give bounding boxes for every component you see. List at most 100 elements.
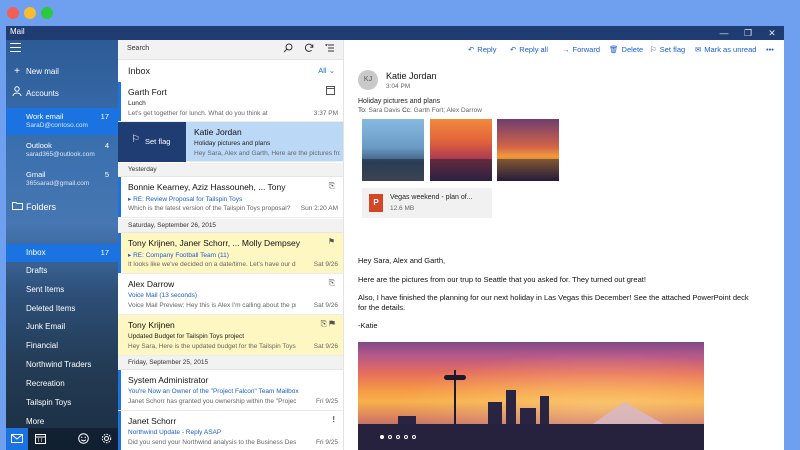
accounts-button[interactable]: Accounts [6,84,118,103]
person-icon [11,84,23,103]
message-subject: Northwind Update - Reply ASAP [128,429,222,436]
powerpoint-icon: P [369,194,383,212]
set-flag-button[interactable]: ⚐ Set flag [650,45,685,54]
folder-label: More [26,417,45,426]
folder-sent-items[interactable]: Sent Items [6,281,118,299]
attachment-card[interactable]: P Vegas weekend - plan of... 12.6 MB [362,188,492,218]
list-item[interactable]: Bonnie Kearney, Aziz Hassouneh, ... Tony… [118,177,343,218]
delete-button[interactable]: 🗑 Delete [609,45,643,54]
mark-unread-label: Mark as unread [704,45,757,54]
forward-label: Forward [572,45,601,54]
message-time: Sat 9/26 [313,261,338,268]
to-recipients[interactable]: Sara Davis [368,107,400,114]
flag-icon: ⚑ [327,237,335,246]
reply-all-button[interactable]: ↶ Reply all [510,45,548,54]
account-email: 365sarad@gmail.com [26,180,90,187]
folder-label: Deleted Items [26,304,76,313]
folder-financial[interactable]: Financial [6,337,118,355]
search-icon[interactable] [281,43,295,57]
message-subject: Voice Mail (13 seconds) [128,292,198,299]
trash-icon: 🗑 [609,45,619,54]
message-subject: Holiday pictures and plans [194,140,271,147]
mail-window: Mail — ❐ ✕ + New mail Accounts Work emai… [6,26,784,450]
more-options-icon[interactable]: ••• [766,45,774,54]
folders-button[interactable]: Folders [6,197,118,218]
list-item[interactable]: System Administrator You're Now an Owner… [118,370,343,411]
new-mail-button[interactable]: + New mail [6,62,118,81]
account-work-email[interactable]: Work email SaraD@contoso.com 17 [6,108,118,135]
body-paragraph: Also, I have finished the planning for o… [358,293,749,312]
search-bar: Search [118,40,343,60]
envelope-icon: ✉ [695,45,702,54]
list-item[interactable]: Garth Fort Lunch Let's get together for … [118,82,343,122]
folder-drafts[interactable]: Drafts [6,262,118,280]
folder-tailspin-toys[interactable]: Tailspin Toys [6,394,118,412]
set-flag-label: Set flag [145,137,171,146]
carousel-dots[interactable] [380,426,420,444]
message-list-pane: Search Inbox All ⌄ Garth Fort Lunch Let'… [118,40,344,450]
calendar-icon[interactable] [29,428,51,450]
settings-gear-icon[interactable] [95,428,117,450]
cc-recipients[interactable]: Garth Fort; Alex Darrow [414,107,482,114]
filter-label: All [318,66,327,75]
account-outlook[interactable]: Outlook sarad365@outlook.com 4 [6,137,118,164]
set-flag-swipe-button[interactable]: ⚐ Set flag [118,122,186,162]
close-icon[interactable]: ✕ [760,26,784,40]
sidebar: + New mail Accounts Work email SaraD@con… [6,40,118,450]
folder-inbox[interactable]: Inbox 17 [6,244,118,262]
folders-label: Folders [26,202,57,212]
account-gmail[interactable]: Gmail 365sarad@gmail.com 5 [6,166,118,193]
list-item[interactable]: Alex Darrow ⎘ Voice Mail (13 seconds) Vo… [118,274,343,315]
avatar: KJ [358,70,378,90]
unread-count: 17 [100,112,109,121]
message-date: 3:04 PM [386,83,411,90]
folder-deleted-items[interactable]: Deleted Items [6,300,118,318]
message-time: Fri 9/25 [315,398,338,405]
list-item[interactable]: ⚐ Set flag Katie Jordan Holiday pictures… [118,122,343,162]
folder-northwind-traders[interactable]: Northwind Traders [6,356,118,374]
plus-icon: + [14,66,20,77]
zoom-dot-icon[interactable] [41,7,53,19]
message-time: Sat 9/26 [313,302,338,309]
mail-icon[interactable] [6,428,28,450]
reply-button[interactable]: ↶ Reply [468,45,496,54]
photo-thumbnail[interactable] [430,119,492,181]
flag-icon: ⚐ [650,45,657,54]
message-subject: ▸ RE: Review Proposal for Tailspin Toys [128,196,243,203]
forward-button[interactable]: → Forward [562,45,600,54]
list-header: Inbox All ⌄ [118,60,343,82]
message-from: Bonnie Kearney, Aziz Hassouneh, ... Tony [128,182,286,192]
photo-thumbnail[interactable] [362,119,424,181]
sender-name[interactable]: Katie Jordan [386,71,437,81]
message-subject: Lunch [128,100,146,107]
message-time: Sat 9/26 [313,343,338,350]
message-from: Tony Krijnen [128,320,175,330]
filter-dropdown[interactable]: All ⌄ [318,66,335,75]
title-bar: Mail — ❐ ✕ [6,26,784,40]
list-item[interactable]: Tony Krijnen, Janer Schorr, ... Molly De… [118,233,343,274]
selection-mode-icon[interactable] [323,43,337,57]
sync-icon[interactable] [302,43,316,57]
list-item[interactable]: Janet Schorr ! Northwind Update - Reply … [118,411,343,450]
minimize-dot-icon[interactable] [24,7,36,19]
minimize-icon[interactable]: — [712,26,736,40]
body-paragraph: Hey Sara, Alex and Garth, [358,256,446,265]
photo-thumbnail[interactable] [497,119,559,181]
maximize-icon[interactable]: ❐ [736,26,760,40]
folder-recreation[interactable]: Recreation [6,375,118,393]
smiley-feedback-icon[interactable] [72,428,94,450]
seattle-sunset-photo[interactable] [358,342,704,450]
folder-label: Inbox [26,248,46,257]
account-name: Outlook [26,141,52,150]
hamburger-menu-icon[interactable] [10,43,21,53]
folder-junk-email[interactable]: Junk Email [6,318,118,336]
list-item[interactable]: Tony Krijnen ⎘ ⚑ Updated Budget for Tail… [118,315,343,356]
message-preview: Janet Schorr has granted you ownership w… [128,398,296,405]
attachment-icon: ⎘ [328,278,335,287]
close-dot-icon[interactable] [7,7,19,19]
account-email: sarad365@outlook.com [26,151,95,158]
search-input[interactable]: Search [127,45,149,52]
reading-pane: ↶ Reply ↶ Reply all → Forward 🗑 Delete ⚐ Set … [344,40,784,450]
mark-unread-button[interactable]: ✉ Mark as unread [695,45,756,54]
calendar-invite-icon [326,86,335,97]
